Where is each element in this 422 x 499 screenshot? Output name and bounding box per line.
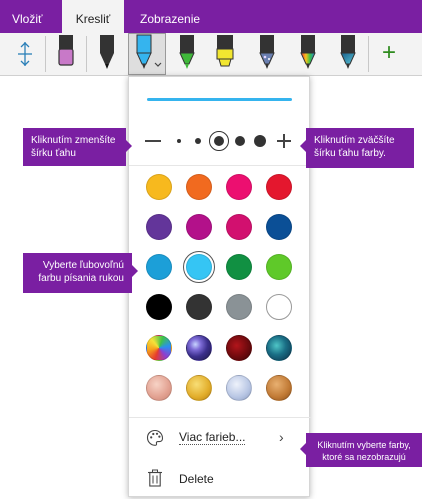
color-swatch[interactable] [186,375,212,401]
callout-pick-color-text: Vyberte ľubovoľnú farbu písania rukou [38,260,124,284]
chevron-right-icon: › [279,429,284,445]
callout-pick-color: Vyberte ľubovoľnú farbu písania rukou [23,253,138,293]
draw-toolbar: + [0,33,422,76]
delete-pen-button[interactable]: Delete [129,459,311,499]
palette-icon [146,429,164,446]
tab-zobrazenie[interactable]: Zobrazenie [128,0,212,33]
callout-arrow [300,443,306,455]
ribbon-tab-bar: Vložiť Kresliť Zobrazenie [0,0,422,33]
color-swatch[interactable] [266,294,292,320]
pen-green-icon[interactable] [176,33,198,75]
color-swatch[interactable] [146,294,172,320]
color-swatch[interactable] [226,375,252,401]
callout-more-colors-text: Kliknutím vyberte farby, ktoré sa nezobr… [317,440,411,462]
color-swatch[interactable] [186,294,212,320]
eraser-icon[interactable] [55,33,77,75]
pen-galaxy-icon[interactable] [256,33,278,75]
color-swatch[interactable] [186,214,212,240]
width-option-4[interactable] [235,136,245,146]
color-swatch[interactable] [226,254,252,280]
tab-kreslit[interactable]: Kresliť [62,0,124,33]
callout-increase-width: Kliknutím zväčšíte šírku ťahu farby. [300,128,414,168]
increase-width-icon-stroke [283,134,285,148]
pen-ocean-icon[interactable] [337,33,359,75]
callout-arrow [132,265,138,277]
color-swatch[interactable] [266,174,292,200]
callout-decrease-text: Kliknutím zmenšíte šírku ťahu [31,135,116,159]
width-option-2[interactable] [195,138,201,144]
toolbar-separator [86,36,87,72]
callout-decrease-width: Kliknutím zmenšíte šírku ťahu [23,128,132,166]
color-swatch[interactable] [266,254,292,280]
tab-vlozit[interactable]: Vložiť [0,0,55,33]
color-swatch[interactable] [146,174,172,200]
callout-arrow [126,140,132,152]
color-swatch[interactable] [266,335,292,361]
color-swatch[interactable] [266,214,292,240]
onenote-draw-window: Vložiť Kresliť Zobrazenie + Viac farieb.… [0,0,422,499]
stroke-width-selector [129,127,311,155]
color-swatch[interactable] [146,335,172,361]
color-swatch[interactable] [146,254,172,280]
pen-blue-selected-icon[interactable] [128,33,166,75]
callout-increase-text: Kliknutím zväčšíte šírku ťahu farby. [314,135,395,159]
highlighter-yellow-icon[interactable] [214,33,236,75]
callout-arrow [300,140,306,152]
pen-options-flyout: Viac farieb... › Delete [128,76,311,499]
width-option-3-selected[interactable] [209,131,229,151]
selected-swatch-ring [183,251,215,283]
color-swatch[interactable] [226,294,252,320]
delete-label: Delete [179,472,214,486]
trash-icon [148,469,162,487]
color-swatch[interactable] [146,375,172,401]
callout-more-colors: Kliknutím vyberte farby, ktoré sa nezobr… [300,433,422,467]
insert-space-icon[interactable] [14,33,36,75]
pen-black-icon[interactable] [96,33,118,75]
decrease-width-icon[interactable] [145,140,161,142]
more-colors-label: Viac farieb... [179,430,246,445]
divider [129,165,311,166]
width-option-1[interactable] [177,139,181,143]
color-swatch[interactable] [226,335,252,361]
color-swatch[interactable] [186,335,212,361]
more-colors-button[interactable]: Viac farieb... › [129,417,311,457]
color-swatch[interactable] [186,174,212,200]
add-pen-icon[interactable]: + [378,33,400,75]
color-swatch[interactable] [226,214,252,240]
color-swatch[interactable] [146,214,172,240]
color-swatch[interactable] [226,174,252,200]
width-option-5[interactable] [254,135,266,147]
pen-rainbow-icon[interactable] [297,33,319,75]
toolbar-separator [45,36,46,72]
stroke-preview-line [147,98,292,101]
color-swatch[interactable] [266,375,292,401]
toolbar-separator [368,36,369,72]
